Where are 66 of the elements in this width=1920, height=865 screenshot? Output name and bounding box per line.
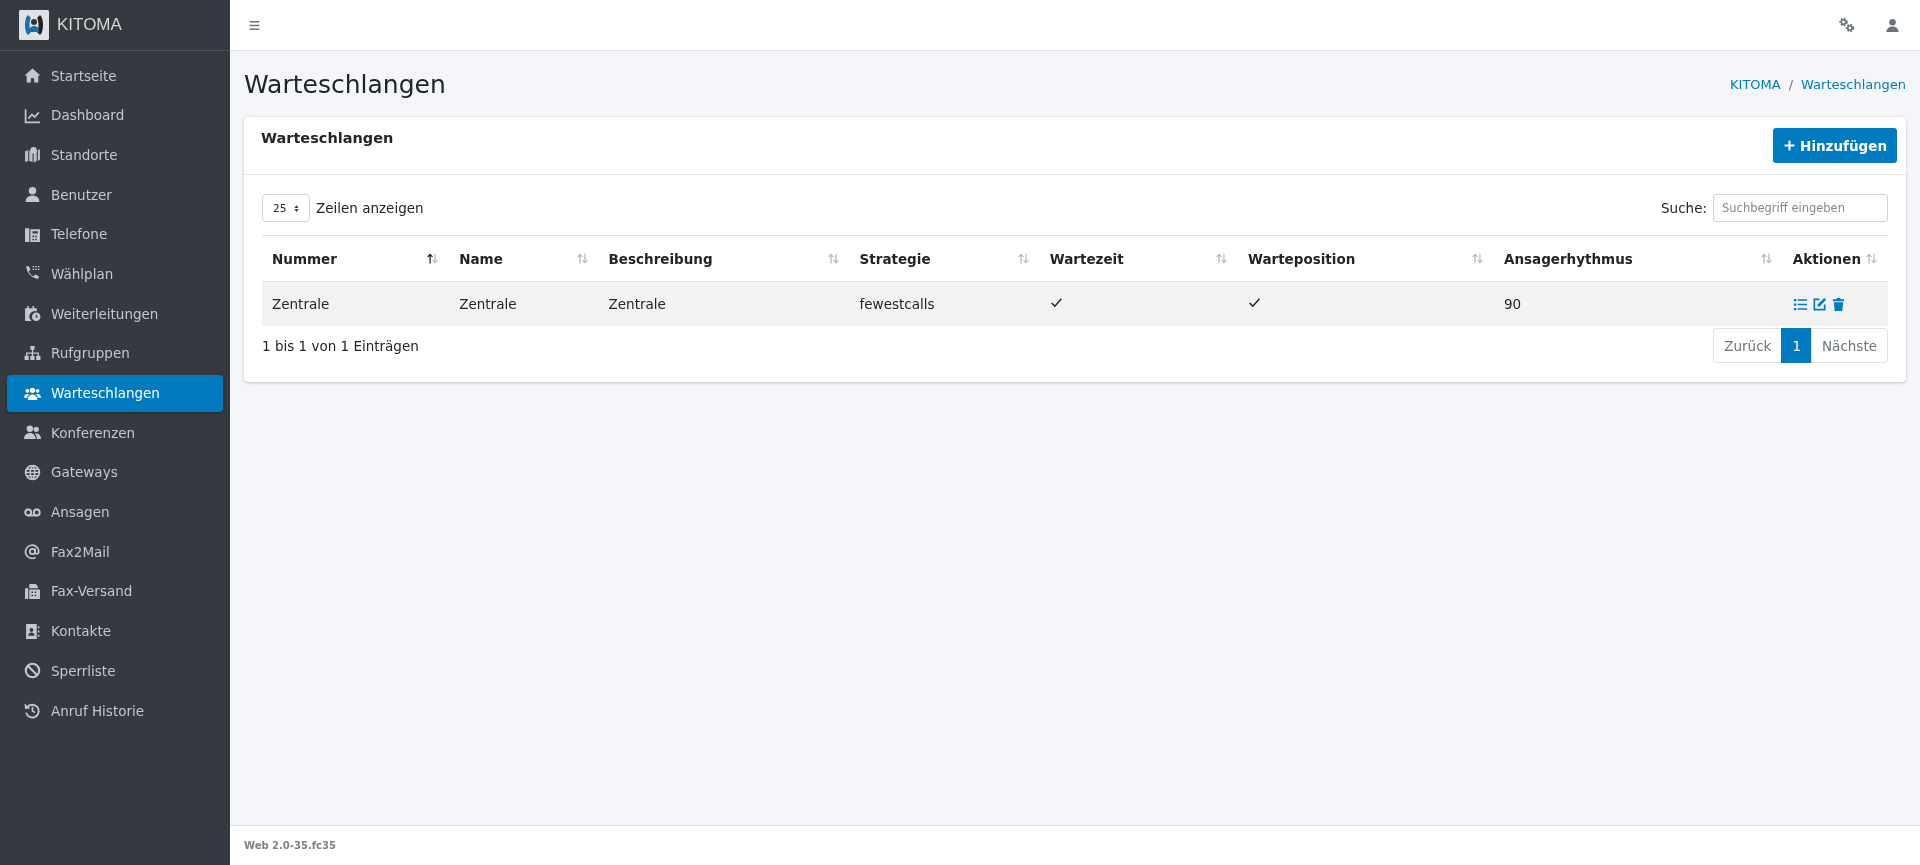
breadcrumb-separator: / (1788, 76, 1794, 92)
sidebar-item[interactable]: Konferenzen (7, 414, 223, 452)
home-icon (24, 67, 41, 84)
table-cell: fewestcalls (859, 296, 935, 312)
column-header[interactable]: Name (449, 235, 599, 282)
breadcrumb-link[interactable]: KITOMA (1730, 76, 1781, 92)
desk-phone-icon (24, 225, 41, 243)
sidebar-item[interactable]: Fax-Versand (7, 572, 223, 610)
sidebar-item[interactable]: Rufgruppen (7, 334, 223, 372)
card-title: Warteschlangen (261, 130, 394, 146)
table-cell: Zentrale (459, 296, 517, 312)
list-icon[interactable] (1792, 296, 1808, 312)
page-length-label: Zeilen anzeigen (316, 200, 424, 216)
table-info: 1 bis 1 von 1 Einträgen (262, 337, 419, 354)
sidebar-item[interactable]: Startseite (7, 57, 223, 94)
fax-icon (24, 582, 41, 600)
contact-card-icon (24, 622, 41, 640)
search-field[interactable]: Suchbegriff eingeben (1713, 194, 1888, 222)
pagination-button[interactable]: 1 (1781, 328, 1812, 363)
edit-icon[interactable] (1811, 296, 1827, 312)
table-cell: Zentrale (608, 296, 666, 312)
sidebar-item[interactable]: Weiterleitungen (7, 295, 223, 333)
sidebar-item[interactable]: Telefone (7, 215, 223, 253)
sidebar-item[interactable]: Standorte (7, 136, 223, 174)
logo-icon (19, 10, 49, 40)
sidebar-item[interactable]: Dashboard (7, 96, 223, 134)
sidebar-item[interactable]: Ansagen (7, 493, 223, 531)
sidebar-item[interactable]: Anruf Historie (7, 692, 223, 729)
sitemap-icon (24, 344, 41, 362)
version-text: Web 2.0-35.fc35 (244, 840, 336, 851)
ban-icon (24, 662, 41, 680)
plus-icon (1783, 139, 1797, 152)
sidebar-item[interactable]: Wählplan (7, 255, 223, 293)
trash-icon[interactable] (1830, 296, 1846, 312)
sidebar-item[interactable]: Warteschlangen (7, 374, 223, 412)
page-title: Warteschlangen (244, 69, 446, 99)
column-header[interactable]: Ansagerhythmus (1493, 235, 1783, 282)
sidebar-item[interactable]: Sperrliste (7, 652, 223, 690)
table-cell: 90 (1503, 296, 1522, 312)
column-header[interactable]: Beschreibung (598, 235, 850, 282)
column-header[interactable]: Strategie (849, 235, 1040, 282)
search-label: Suche: (1661, 200, 1707, 216)
sidebar-item[interactable]: Gateways (7, 453, 223, 491)
gears-icon[interactable] (1838, 17, 1855, 33)
column-header[interactable]: Aktionen (1782, 235, 1888, 282)
add-button[interactable]: Hinzufügen (1773, 128, 1897, 163)
column-header[interactable]: Wartezeit (1039, 235, 1238, 282)
globe-icon (24, 463, 41, 481)
menu-icon[interactable] (248, 18, 261, 32)
sidebar-item[interactable]: Benutzer (7, 176, 223, 214)
column-header[interactable]: Warteposition (1237, 235, 1494, 282)
user-group-icon (24, 424, 41, 442)
table-cell: Zentrale (272, 296, 330, 312)
sidebar-item[interactable]: Fax2Mail (7, 533, 223, 571)
line-chart-icon (24, 106, 41, 124)
at-sign-icon (24, 543, 41, 561)
user-icon[interactable] (1885, 17, 1900, 33)
calendar-clock-icon (24, 305, 41, 323)
history-icon (24, 702, 41, 719)
sort-caret-icon (292, 202, 301, 214)
brand-name: KITOMA (57, 15, 122, 35)
page-length-select[interactable]: 25 (262, 194, 310, 222)
breadcrumb-link[interactable]: Warteschlangen (1801, 76, 1906, 92)
sidebar-item[interactable]: Kontakte (7, 612, 223, 650)
column-header[interactable]: Nummer (262, 235, 450, 282)
user-icon (24, 186, 41, 204)
